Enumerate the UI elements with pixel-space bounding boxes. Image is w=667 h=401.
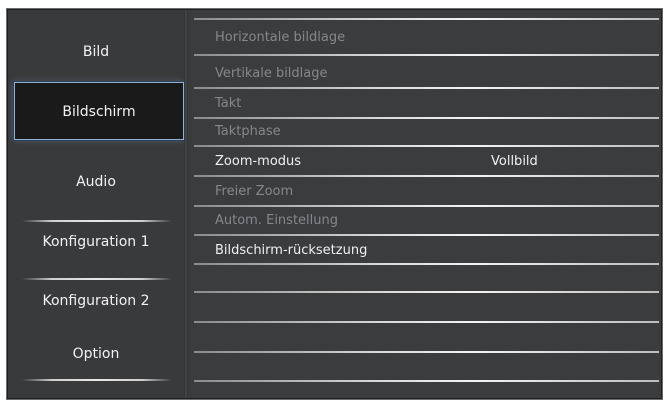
- row-bildschirm-ruecksetzung[interactable]: Bildschirm-rücksetzung: [192, 237, 661, 266]
- row-vertikale-bildlage: Vertikale bildlage: [192, 60, 661, 89]
- row-label: Bildschirm-rücksetzung: [215, 243, 368, 258]
- row-divider: [194, 87, 659, 89]
- settings-panel: Horizontale bildlage Vertikale bildlage …: [192, 10, 661, 398]
- sidebar-item-konfiguration-1[interactable]: Konfiguration 1: [8, 232, 184, 252]
- row-divider: [194, 351, 659, 353]
- sidebar-divider: [22, 220, 172, 222]
- row-label: Horizontale bildlage: [215, 30, 346, 45]
- row-divider: [194, 380, 659, 382]
- row-label: Takt: [215, 96, 242, 111]
- row-divider: [194, 234, 659, 236]
- row-horizontale-bildlage: Horizontale bildlage: [192, 24, 661, 53]
- zoom-mode-value[interactable]: Vollbild: [491, 154, 538, 169]
- sidebar-item-bildschirm[interactable]: Bildschirm: [14, 82, 184, 140]
- osd-menu-frame: Bild Bildschirm Audio Konfiguration 1 Ko…: [6, 8, 663, 400]
- row-taktphase: Taktphase: [192, 118, 661, 147]
- row-takt: Takt: [192, 90, 661, 119]
- row-label: Freier Zoom: [215, 184, 294, 199]
- sidebar-item-option[interactable]: Option: [8, 344, 184, 364]
- row-freier-zoom: Freier Zoom: [192, 178, 661, 207]
- category-sidebar: Bild Bildschirm Audio Konfiguration 1 Ko…: [8, 10, 188, 398]
- row-label: Zoom-modus: [215, 154, 302, 169]
- row-label: Vertikale bildlage: [215, 66, 328, 81]
- row-divider: [194, 175, 659, 177]
- sidebar-divider: [22, 379, 172, 381]
- row-zoom-modus[interactable]: Zoom-modus Vollbild: [192, 148, 661, 177]
- row-divider: [194, 18, 659, 20]
- row-label: Taktphase: [215, 124, 281, 139]
- osd-screen: Bild Bildschirm Audio Konfiguration 1 Ko…: [0, 0, 667, 401]
- row-divider: [194, 291, 659, 293]
- row-autom-einstellung: Autom. Einstellung: [192, 207, 661, 236]
- row-divider: [194, 263, 659, 265]
- sidebar-item-audio[interactable]: Audio: [8, 172, 184, 192]
- row-divider: [194, 145, 659, 147]
- row-label: Autom. Einstellung: [215, 213, 338, 228]
- sidebar-item-bild[interactable]: Bild: [8, 42, 184, 62]
- row-divider: [194, 54, 659, 56]
- row-divider: [194, 321, 659, 323]
- sidebar-item-konfiguration-2[interactable]: Konfiguration 2: [8, 291, 184, 311]
- sidebar-divider: [22, 278, 172, 280]
